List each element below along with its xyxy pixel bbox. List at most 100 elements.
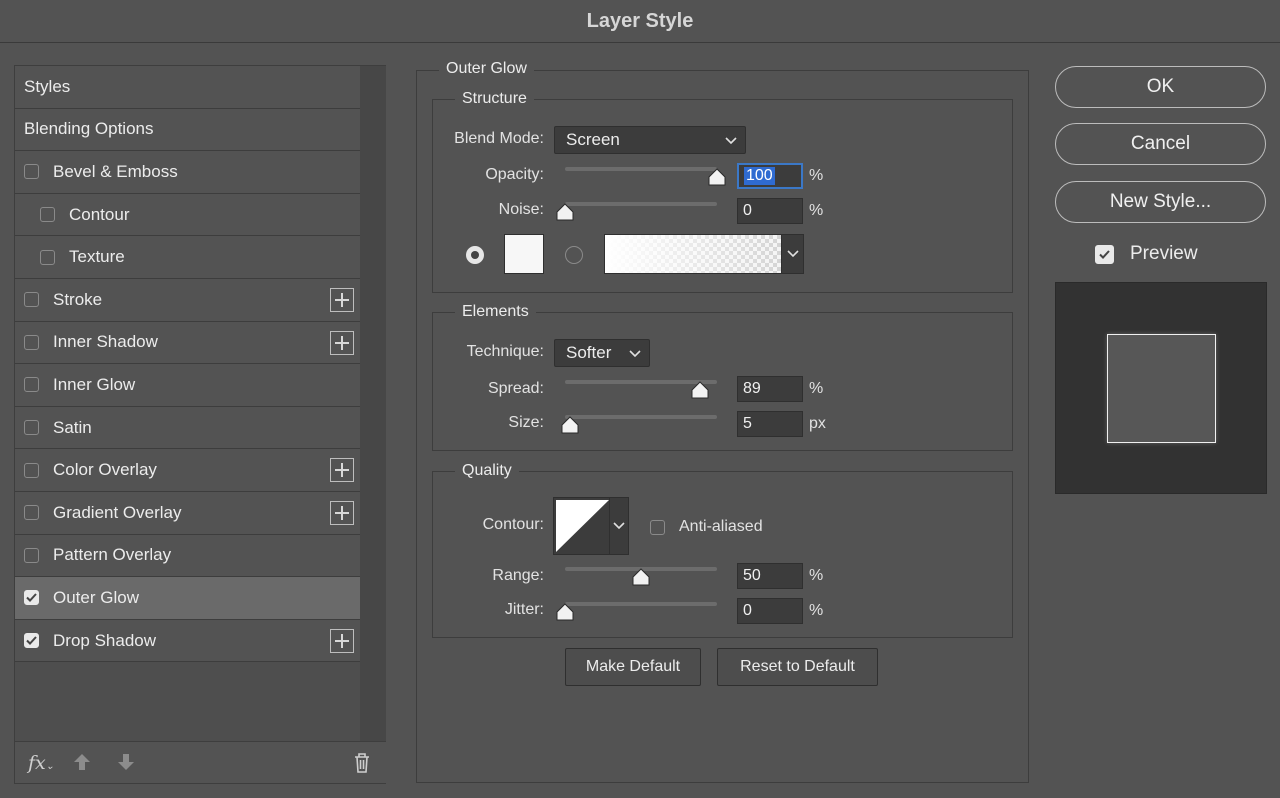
- style-item-color-overlay[interactable]: Color Overlay: [15, 449, 360, 492]
- style-item-texture[interactable]: Texture: [15, 236, 360, 279]
- style-item-contour[interactable]: Contour: [15, 193, 360, 237]
- style-item-pattern-overlay[interactable]: Pattern Overlay: [15, 534, 360, 578]
- noise-slider-track[interactable]: [565, 202, 717, 206]
- range-input[interactable]: 50: [737, 563, 803, 589]
- style-checkbox[interactable]: [40, 249, 55, 265]
- move-up-icon[interactable]: [72, 752, 92, 777]
- add-effect-plus-icon[interactable]: [330, 500, 354, 525]
- dialog-title-bar: Layer Style: [0, 0, 1280, 43]
- style-checkbox[interactable]: [24, 334, 39, 350]
- style-item-blending-options[interactable]: Blending Options: [15, 108, 360, 152]
- spread-label: Spread:: [487, 380, 544, 397]
- spread-slider-thumb[interactable]: [690, 381, 710, 399]
- anti-aliased-label: Anti-aliased: [679, 518, 763, 535]
- preview-label: Preview: [1130, 243, 1198, 264]
- style-item-outer-glow[interactable]: Outer Glow: [15, 577, 360, 620]
- blend-mode-select[interactable]: Screen: [554, 126, 746, 154]
- opacity-slider-track[interactable]: [565, 167, 717, 171]
- style-item-label: Gradient Overlay: [53, 502, 182, 522]
- spread-unit: %: [809, 380, 824, 397]
- jitter-slider-thumb[interactable]: [555, 603, 575, 621]
- style-item-inner-glow[interactable]: Inner Glow: [15, 364, 360, 407]
- new-style-button[interactable]: New Style...: [1055, 181, 1266, 223]
- quality-title: Quality: [455, 462, 519, 480]
- move-down-icon[interactable]: [116, 752, 136, 777]
- fx-icon[interactable]: fx⌄: [28, 752, 54, 774]
- style-item-label: Contour: [69, 204, 130, 224]
- noise-input[interactable]: 0: [737, 198, 803, 224]
- preview-swatch: [1107, 334, 1216, 443]
- chevron-down-icon: [629, 343, 641, 363]
- opacity-label: Opacity:: [485, 166, 544, 183]
- range-value: 50: [743, 567, 761, 584]
- size-unit: px: [809, 415, 826, 432]
- style-item-label: Stroke: [53, 289, 103, 309]
- contour-picker[interactable]: [553, 497, 629, 555]
- structure-title: Structure: [455, 90, 534, 108]
- range-label: Range:: [492, 567, 544, 584]
- add-effect-plus-icon[interactable]: [330, 287, 354, 312]
- style-item-satin[interactable]: Satin: [15, 406, 360, 450]
- style-item-label: Satin: [53, 417, 92, 437]
- gradient-picker[interactable]: [604, 234, 804, 274]
- styles-panel: Styles Blending Options Bevel & Emboss Cont…: [14, 65, 386, 784]
- style-checkbox[interactable]: [24, 462, 39, 478]
- style-item-label: Texture: [69, 247, 125, 267]
- style-item-inner-shadow[interactable]: Inner Shadow: [15, 321, 360, 365]
- style-checkbox[interactable]: [24, 164, 39, 180]
- style-item-gradient-overlay[interactable]: Gradient Overlay: [15, 491, 360, 535]
- styles-list-scrollbar[interactable]: [360, 66, 386, 742]
- reset-to-default-button[interactable]: Reset to Default: [717, 648, 878, 686]
- style-checkbox[interactable]: [24, 420, 39, 436]
- noise-slider-thumb[interactable]: [555, 203, 575, 221]
- anti-aliased-row[interactable]: Anti-aliased: [650, 518, 763, 536]
- opacity-slider-thumb[interactable]: [707, 168, 727, 186]
- chevron-down-icon: [613, 517, 625, 535]
- size-slider-thumb[interactable]: [560, 416, 580, 434]
- opacity-input[interactable]: 100: [737, 163, 803, 189]
- add-effect-plus-icon[interactable]: [330, 458, 354, 483]
- style-checkbox[interactable]: [24, 377, 39, 393]
- preview-toggle[interactable]: Preview: [1095, 243, 1198, 265]
- style-checkbox[interactable]: [24, 590, 39, 606]
- add-effect-plus-icon[interactable]: [330, 628, 354, 653]
- technique-select[interactable]: Softer: [554, 339, 650, 367]
- make-default-button[interactable]: Make Default: [565, 648, 701, 686]
- fx-label: fx: [28, 752, 46, 774]
- jitter-input[interactable]: 0: [737, 598, 803, 624]
- anti-aliased-checkbox[interactable]: [650, 519, 665, 535]
- size-slider-track[interactable]: [565, 415, 717, 419]
- gradient-radio[interactable]: [565, 246, 583, 264]
- ok-button[interactable]: OK: [1055, 66, 1266, 108]
- trash-icon[interactable]: [352, 752, 372, 779]
- style-item-label: Color Overlay: [53, 460, 157, 480]
- outer-glow-title: Outer Glow: [439, 60, 534, 78]
- jitter-value: 0: [743, 602, 752, 619]
- glow-color-swatch[interactable]: [504, 234, 544, 274]
- contour-dropdown-button[interactable]: [609, 498, 628, 554]
- style-checkbox[interactable]: [24, 633, 39, 649]
- contour-curve-icon: [556, 500, 609, 552]
- range-slider-thumb[interactable]: [631, 568, 651, 586]
- style-item-drop-shadow[interactable]: Drop Shadow: [15, 619, 360, 663]
- style-item-stroke[interactable]: Stroke: [15, 278, 360, 322]
- style-checkbox[interactable]: [40, 207, 55, 223]
- noise-value: 0: [743, 202, 752, 219]
- jitter-slider-track[interactable]: [565, 602, 717, 606]
- add-effect-plus-icon[interactable]: [330, 330, 354, 355]
- dialog-title: Layer Style: [586, 9, 694, 32]
- style-item-bevel-emboss[interactable]: Bevel & Emboss: [15, 151, 360, 194]
- style-item-label: Pattern Overlay: [53, 545, 172, 565]
- spread-input[interactable]: 89: [737, 376, 803, 402]
- style-checkbox[interactable]: [24, 547, 39, 563]
- jitter-unit: %: [809, 602, 824, 619]
- style-checkbox[interactable]: [24, 505, 39, 521]
- style-item-styles[interactable]: Styles: [15, 66, 360, 109]
- chevron-down-icon: [786, 245, 799, 263]
- style-checkbox[interactable]: [24, 292, 39, 308]
- gradient-dropdown-button[interactable]: [781, 235, 803, 273]
- cancel-button[interactable]: Cancel: [1055, 123, 1266, 165]
- preview-checkbox[interactable]: [1095, 244, 1114, 264]
- solid-color-radio[interactable]: [466, 246, 484, 264]
- size-input[interactable]: 5: [737, 411, 803, 437]
